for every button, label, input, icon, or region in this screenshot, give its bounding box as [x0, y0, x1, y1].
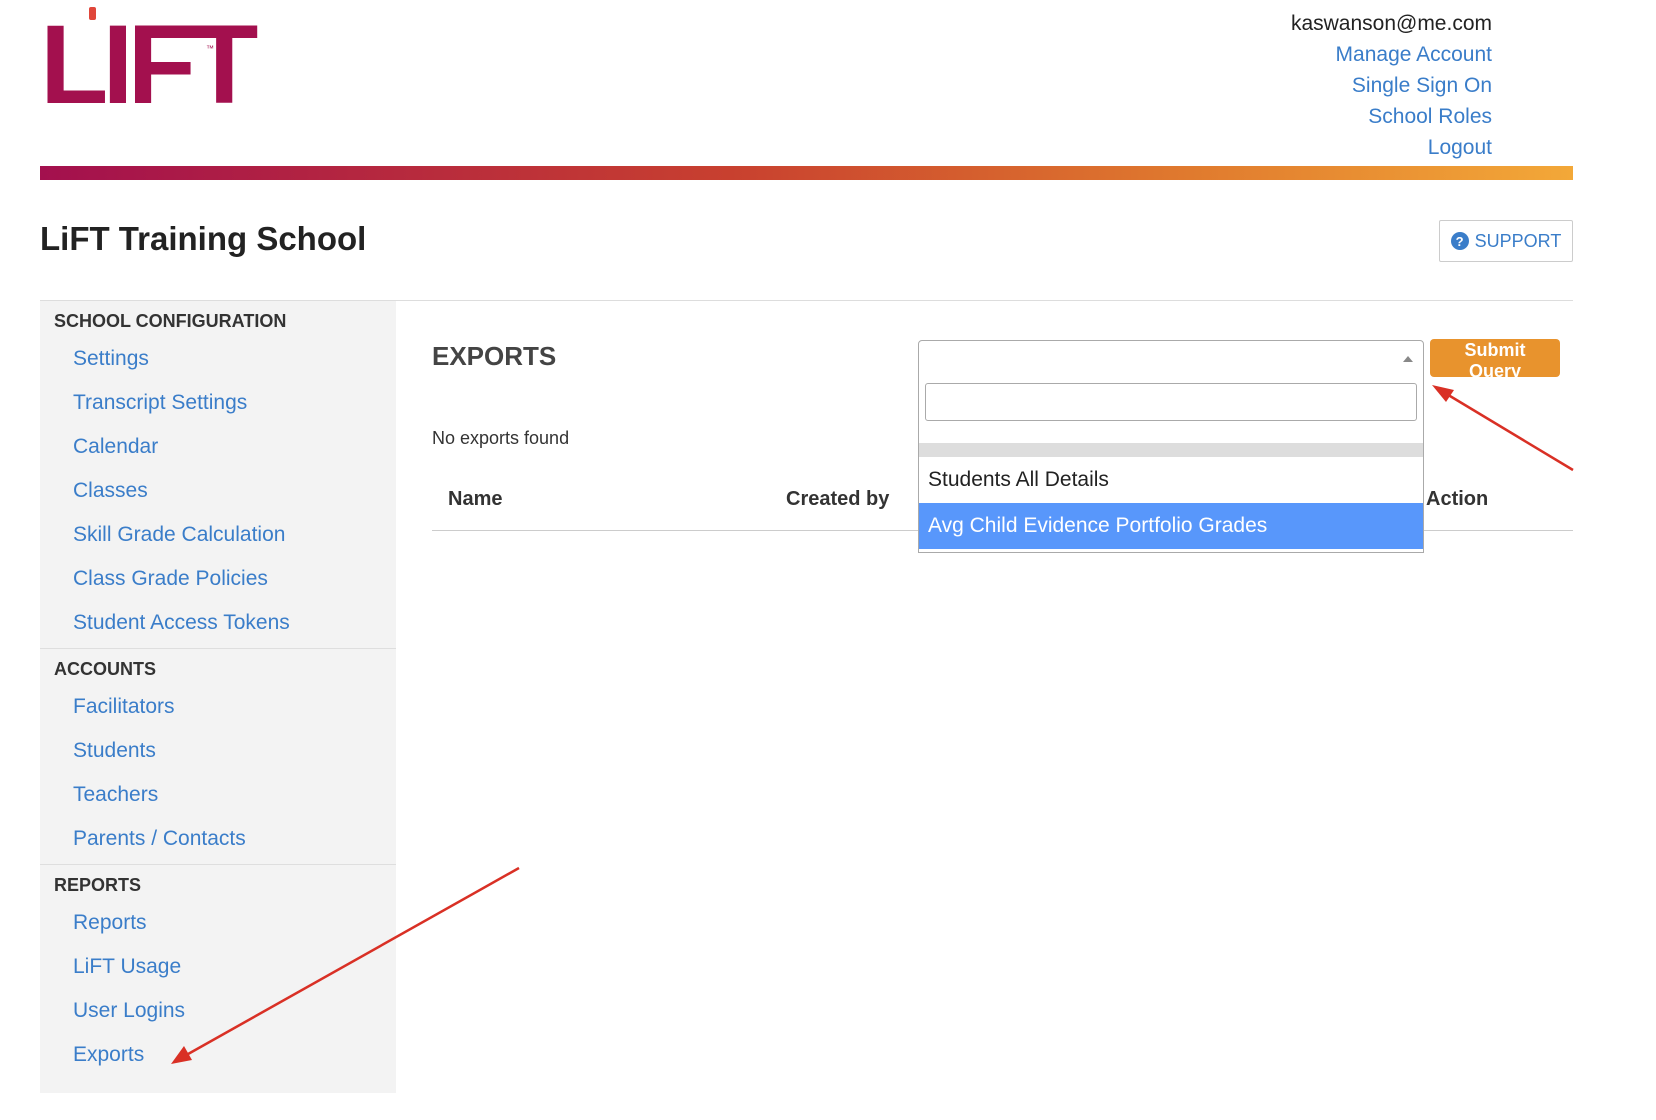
sidebar-item-settings[interactable]: Settings: [40, 337, 396, 381]
single-sign-on-link[interactable]: Single Sign On: [1291, 70, 1492, 101]
page-title: LiFT Training School: [40, 220, 367, 257]
logout-link[interactable]: Logout: [1291, 132, 1492, 163]
sidebar-item-calendar[interactable]: Calendar: [40, 425, 396, 469]
dropdown-option-avg-child-evidence-portfolio-grades[interactable]: Avg Child Evidence Portfolio Grades: [919, 503, 1423, 549]
caret-up-icon: [1403, 356, 1413, 362]
sidebar-item-exports[interactable]: Exports: [40, 1033, 396, 1077]
sidebar-item-reports[interactable]: Reports: [40, 901, 396, 945]
sidebar-item-student-access-tokens[interactable]: Student Access Tokens: [40, 601, 396, 645]
sidebar-item-teachers[interactable]: Teachers: [40, 773, 396, 817]
support-button-label: SUPPORT: [1474, 230, 1562, 251]
column-header-name[interactable]: Name: [448, 488, 502, 511]
empty-state-message: No exports found: [432, 428, 570, 448]
dropdown-option-students-all-details[interactable]: Students All Details: [919, 457, 1423, 503]
column-header-created-by[interactable]: Created by: [786, 488, 889, 511]
dropdown-empty-option[interactable]: [919, 443, 1423, 457]
sidebar-item-transcript-settings[interactable]: Transcript Settings: [40, 381, 396, 425]
sidebar-item-class-grade-policies[interactable]: Class Grade Policies: [40, 557, 396, 601]
export-type-dropdown: Students All Details Avg Child Evidence …: [918, 377, 1424, 553]
sidebar-item-user-logins[interactable]: User Logins: [40, 989, 396, 1033]
sidebar: SCHOOL CONFIGURATION Settings Transcript…: [40, 301, 396, 1093]
sidebar-section-title: SCHOOL CONFIGURATION: [54, 311, 287, 331]
logo-wordmark: LIFT: [40, 2, 258, 127]
sidebar-item-skill-grade-calculation[interactable]: Skill Grade Calculation: [40, 513, 396, 557]
dropdown-search-input[interactable]: [925, 383, 1417, 421]
sidebar-item-students[interactable]: Students: [40, 729, 396, 773]
help-icon: ?: [1450, 232, 1469, 250]
support-button[interactable]: ? SUPPORT: [1439, 220, 1573, 262]
sidebar-section-title: REPORTS: [54, 875, 142, 895]
export-type-select[interactable]: [918, 340, 1424, 378]
sidebar-item-parents-contacts[interactable]: Parents / Contacts: [40, 817, 396, 861]
user-email: kaswanson@me.com: [1290, 12, 1492, 35]
exports-heading: EXPORTS: [432, 341, 557, 371]
sidebar-section-title: ACCOUNTS: [54, 659, 156, 679]
sidebar-item-lift-usage[interactable]: LiFT Usage: [40, 945, 396, 989]
submit-query-button[interactable]: Submit Query: [1430, 339, 1560, 381]
brand-gradient-bar: [40, 166, 1573, 180]
sidebar-item-facilitators[interactable]: Facilitators: [40, 685, 396, 729]
account-menu: kaswanson@me.com Manage Account Single S…: [1291, 8, 1492, 163]
annotation-arrow-to-submit: [1432, 385, 1574, 472]
sidebar-item-classes[interactable]: Classes: [40, 469, 396, 513]
logo-i-dot: [89, 7, 96, 20]
school-roles-link[interactable]: School Roles: [1291, 101, 1492, 132]
lift-logo[interactable]: LIFT ™: [40, 6, 258, 121]
manage-account-link[interactable]: Manage Account: [1291, 39, 1492, 70]
column-header-action[interactable]: Action: [1426, 488, 1488, 511]
logo-trademark: ™: [206, 44, 214, 53]
